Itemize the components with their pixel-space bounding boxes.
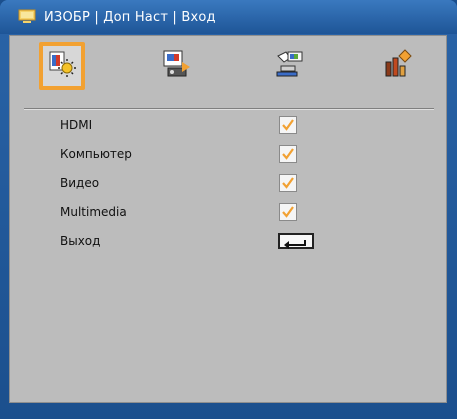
tab-row xyxy=(10,36,446,108)
checkmark-icon xyxy=(282,206,294,218)
options-icon xyxy=(381,48,415,84)
title-bar: ИЗОБР | Доп Наст | Вход xyxy=(0,0,457,34)
tab-options[interactable] xyxy=(375,42,421,90)
menu-item-video[interactable]: Видео xyxy=(10,172,446,198)
enter-icon xyxy=(284,240,306,249)
checkmark-icon xyxy=(282,177,294,189)
menu-item-multimedia[interactable]: Multimedia xyxy=(10,201,446,227)
exit-label: Выход xyxy=(60,234,101,248)
checkbox-hdmi[interactable] xyxy=(279,116,297,134)
checkbox-computer[interactable] xyxy=(279,145,297,163)
checkbox-video[interactable] xyxy=(279,174,297,192)
menu-item-computer[interactable]: Компьютер xyxy=(10,143,446,169)
menu-item-exit[interactable]: Выход xyxy=(10,230,446,256)
screen-settings-icon xyxy=(160,48,194,84)
picture-settings-icon xyxy=(47,49,77,83)
tab-setup[interactable] xyxy=(266,42,312,90)
osd-window: ИЗОБР | Доп Наст | Вход HDMI Компьютер В… xyxy=(0,0,457,419)
menu-panel: HDMI Компьютер Видео Multimedia Выход xyxy=(9,35,447,403)
checkmark-icon xyxy=(282,119,294,131)
checkbox-multimedia[interactable] xyxy=(279,203,297,221)
tab-picture[interactable] xyxy=(39,42,85,90)
window-title: ИЗОБР | Доп Наст | Вход xyxy=(44,9,216,25)
menu-item-hdmi[interactable]: HDMI xyxy=(10,114,446,140)
menu-item-label: Видео xyxy=(60,176,100,190)
menu-item-label: Multimedia xyxy=(60,205,127,219)
menu-item-label: Компьютер xyxy=(60,147,132,161)
tab-screen[interactable] xyxy=(154,42,200,90)
setup-icon xyxy=(272,48,306,84)
menu-item-label: HDMI xyxy=(60,118,93,132)
checkmark-icon xyxy=(282,148,294,160)
enter-button[interactable] xyxy=(278,233,314,249)
monitor-icon xyxy=(18,9,38,25)
